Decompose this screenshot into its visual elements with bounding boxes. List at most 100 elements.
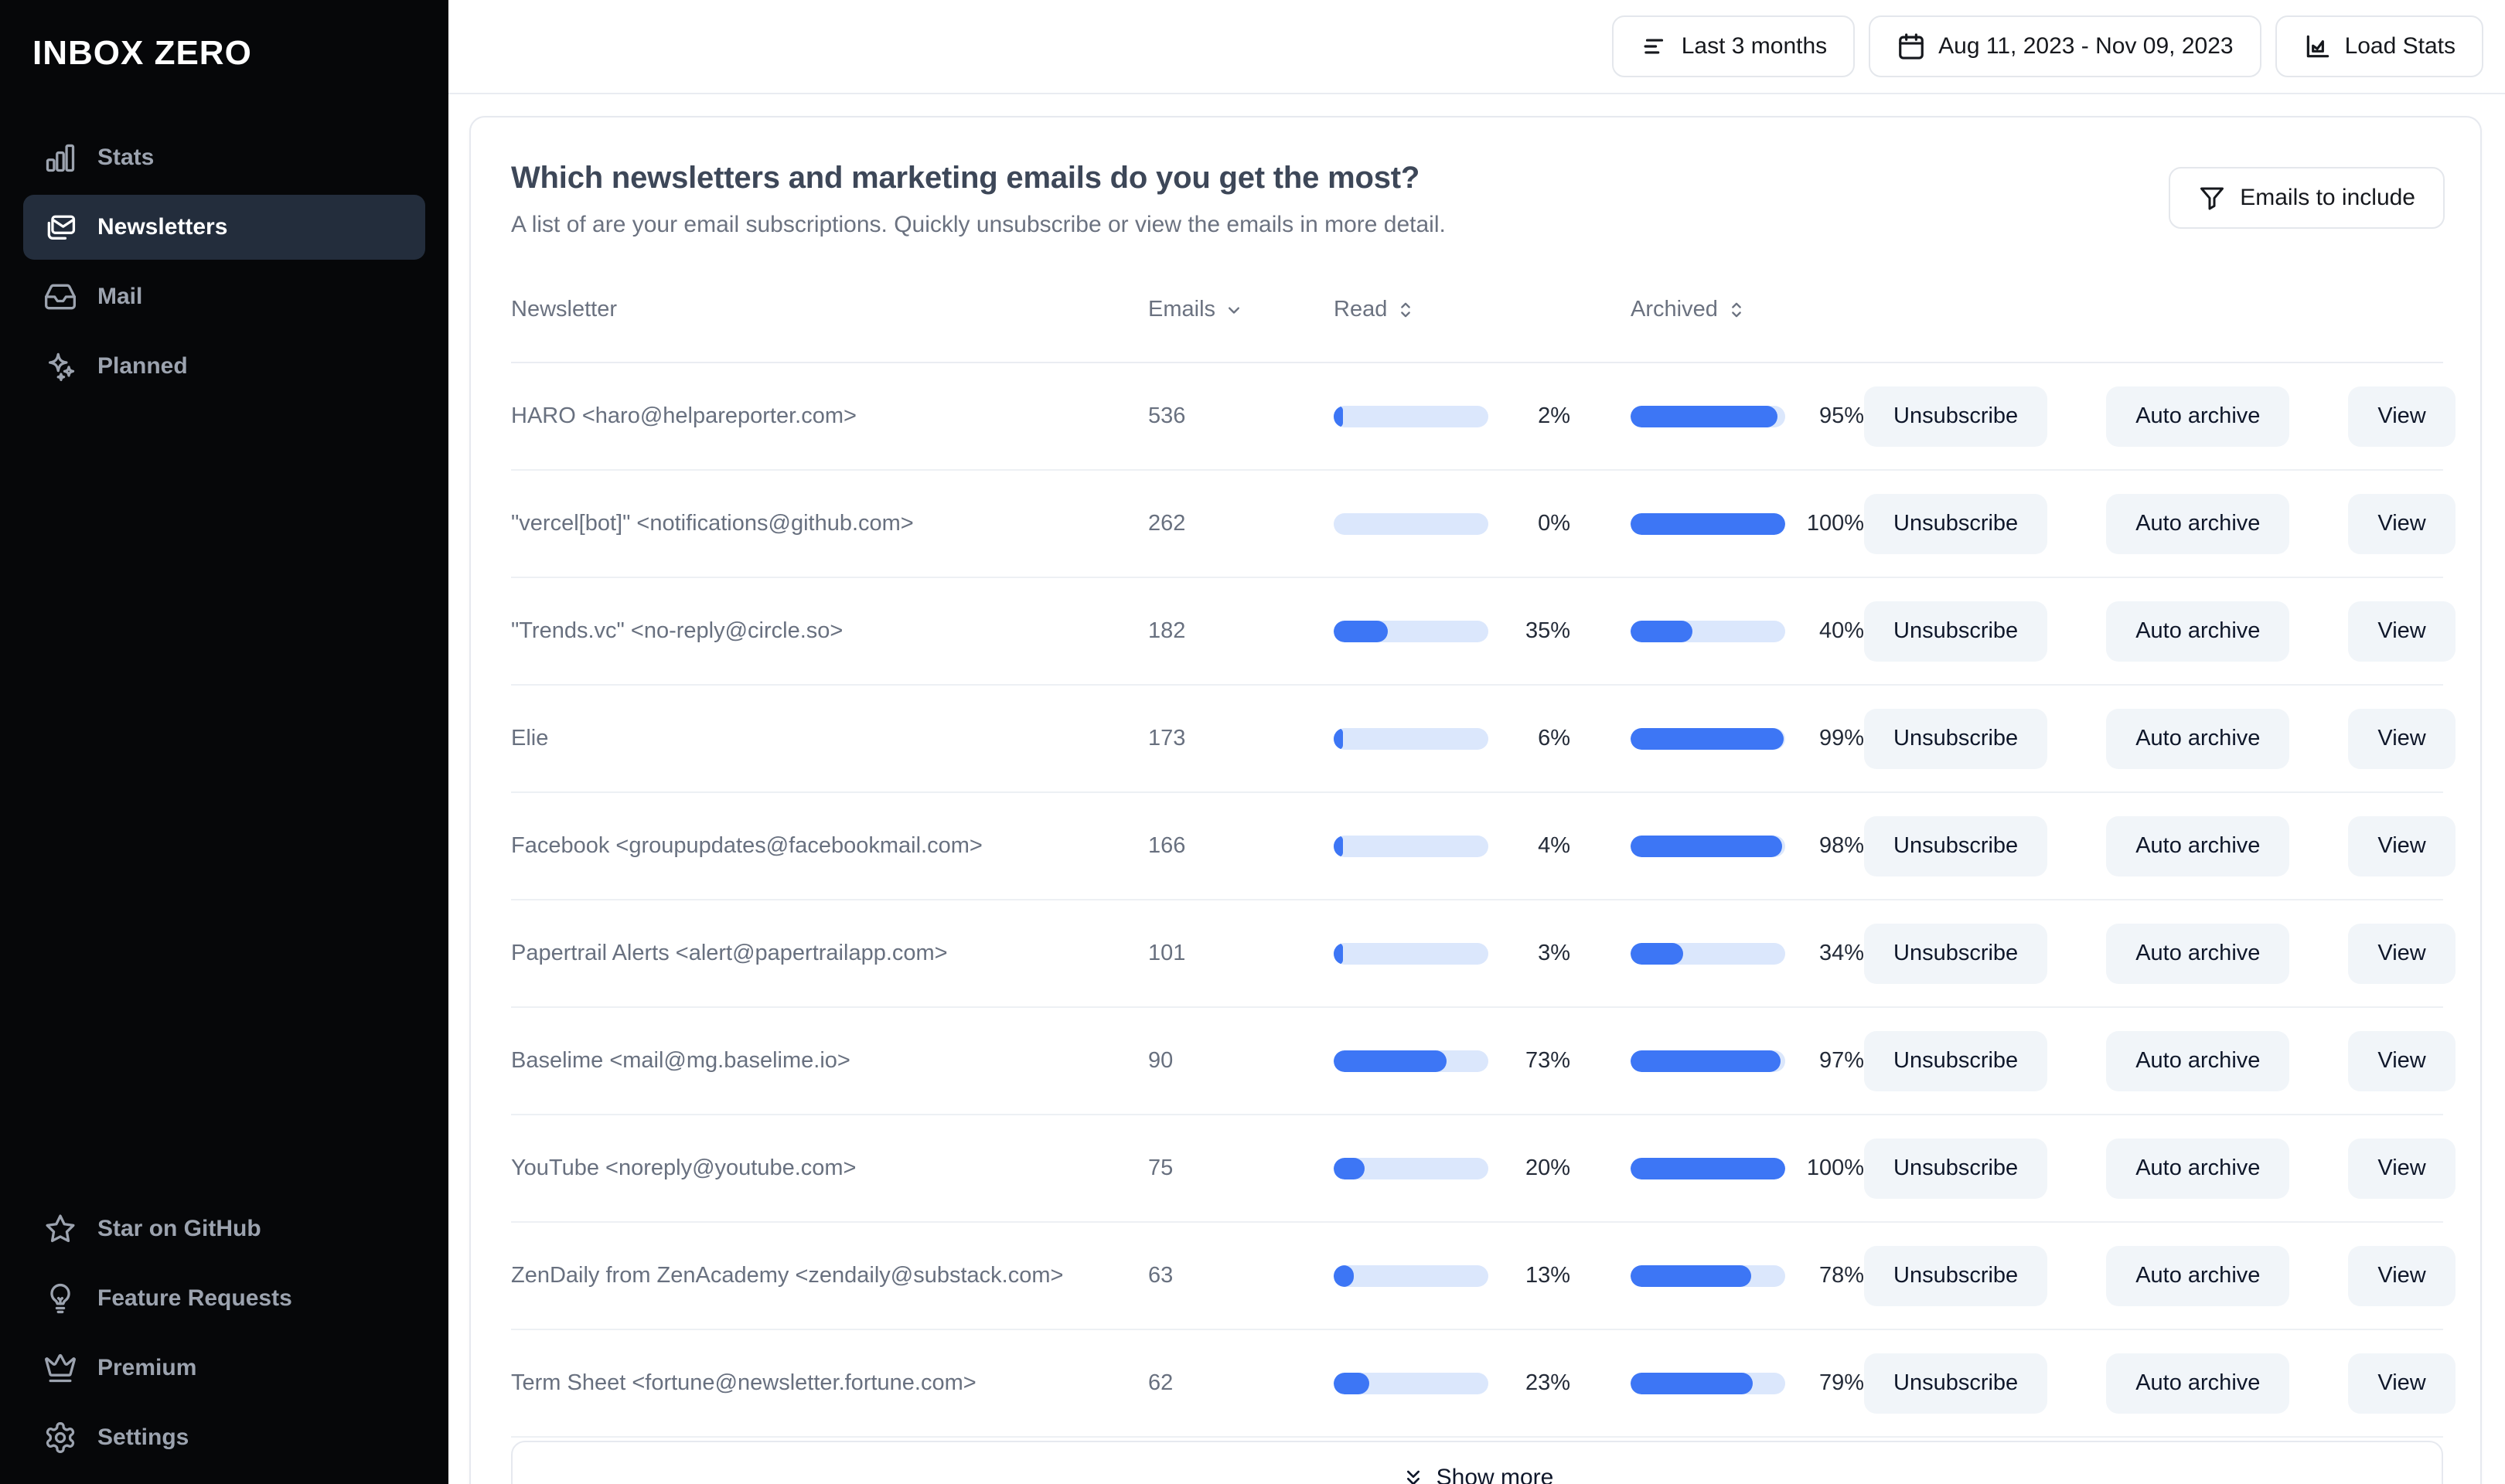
view-button[interactable]: View	[2348, 1030, 2456, 1091]
archived-cell: 100%	[1631, 1156, 1864, 1181]
unsubscribe-button[interactable]: Unsubscribe	[1864, 1245, 2048, 1306]
auto-archive-button[interactable]: Auto archive	[2106, 1245, 2290, 1306]
unsubscribe-button[interactable]: Unsubscribe	[1864, 601, 2048, 662]
calendar-icon	[1897, 32, 1926, 61]
view-button[interactable]: View	[2348, 493, 2456, 554]
view-button[interactable]: View	[2348, 708, 2456, 769]
column-header-read[interactable]: Read	[1334, 297, 1570, 322]
read-percent: 0%	[1538, 511, 1570, 536]
emails-count: 182	[1148, 618, 1186, 643]
date-range-button[interactable]: Aug 11, 2023 - Nov 09, 2023	[1869, 15, 2261, 77]
app-logo: INBOX ZERO	[32, 34, 252, 72]
newsletter-name: Term Sheet <fortune@newsletter.fortune.c…	[511, 1370, 976, 1395]
archived-percent: 34%	[1818, 941, 1864, 965]
auto-archive-button[interactable]: Auto archive	[2106, 1353, 2290, 1414]
archived-percent: 40%	[1818, 618, 1864, 643]
envelope-icon	[43, 210, 77, 244]
auto-archive-button[interactable]: Auto archive	[2106, 708, 2290, 769]
read-progress-bar	[1334, 512, 1488, 535]
archived-cell: 95%	[1631, 403, 1864, 429]
card-title: Which newsletters and marketing emails d…	[511, 161, 1420, 195]
unsubscribe-button[interactable]: Unsubscribe	[1864, 815, 2048, 876]
newsletter-name: "vercel[bot]" <notifications@github.com>	[511, 511, 914, 536]
archived-percent: 99%	[1818, 726, 1864, 751]
sidebar-item-premium[interactable]: Premium	[23, 1336, 425, 1401]
sidebar-item-settings[interactable]: Settings	[23, 1405, 425, 1470]
sidebar-item-stats[interactable]: Stats	[23, 125, 425, 190]
unsubscribe-button[interactable]: Unsubscribe	[1864, 708, 2048, 769]
sidebar-item-label: Settings	[97, 1424, 189, 1450]
archived-cell: 78%	[1631, 1263, 1864, 1288]
archived-percent: 79%	[1818, 1370, 1864, 1395]
emails-count: 166	[1148, 833, 1186, 858]
archived-percent: 95%	[1818, 403, 1864, 428]
sidebar-item-mail[interactable]: Mail	[23, 264, 425, 329]
read-progress-bar	[1334, 1050, 1488, 1072]
auto-archive-button[interactable]: Auto archive	[2106, 386, 2290, 447]
auto-archive-button[interactable]: Auto archive	[2106, 601, 2290, 662]
auto-archive-button[interactable]: Auto archive	[2106, 493, 2290, 554]
table-row: YouTube <noreply@youtube.com> 75 20% 100…	[511, 1115, 2456, 1223]
filter-lines-icon	[1640, 32, 1669, 61]
card-subtitle: A list of are your email subscriptions. …	[511, 212, 1446, 237]
auto-archive-button[interactable]: Auto archive	[2106, 1138, 2290, 1199]
view-button[interactable]: View	[2348, 1353, 2456, 1414]
read-cell: 0%	[1334, 511, 1570, 536]
auto-archive-button[interactable]: Auto archive	[2106, 1030, 2290, 1091]
newsletters-card: Which newsletters and marketing emails d…	[469, 116, 2482, 1484]
funnel-icon	[2198, 184, 2226, 212]
sidebar-nav: Stats Newsletters Mail Planned	[23, 125, 425, 399]
emails-count: 536	[1148, 403, 1186, 428]
read-progress-bar	[1334, 405, 1488, 427]
unsubscribe-button[interactable]: Unsubscribe	[1864, 493, 2048, 554]
read-progress-bar	[1334, 942, 1488, 965]
row-actions: Unsubscribe Auto archive View	[1864, 601, 2456, 662]
archived-progress-bar	[1631, 405, 1785, 427]
read-percent: 4%	[1538, 833, 1570, 858]
read-percent: 20%	[1525, 1156, 1570, 1180]
newsletter-name: ZenDaily from ZenAcademy <zendaily@subst…	[511, 1263, 1064, 1288]
read-cell: 13%	[1334, 1263, 1570, 1288]
unsubscribe-button[interactable]: Unsubscribe	[1864, 1030, 2048, 1091]
archived-cell: 40%	[1631, 618, 1864, 644]
archived-cell: 79%	[1631, 1370, 1864, 1396]
archived-progress-bar	[1631, 1157, 1785, 1179]
view-button[interactable]: View	[2348, 1245, 2456, 1306]
auto-archive-button[interactable]: Auto archive	[2106, 815, 2290, 876]
read-progress-bar	[1334, 1157, 1488, 1179]
view-button[interactable]: View	[2348, 1138, 2456, 1199]
column-header-archived[interactable]: Archived	[1631, 297, 1864, 322]
show-more-button[interactable]: Show more	[511, 1441, 2443, 1484]
auto-archive-button[interactable]: Auto archive	[2106, 923, 2290, 984]
newsletter-name: Elie	[511, 726, 549, 751]
sidebar-item-newsletters[interactable]: Newsletters	[23, 195, 425, 260]
view-button[interactable]: View	[2348, 601, 2456, 662]
newsletter-name: YouTube <noreply@youtube.com>	[511, 1156, 857, 1180]
table-header: Newsletter Emails Read Archived	[511, 240, 2443, 363]
table-row: HARO <haro@helpareporter.com> 536 2% 95%…	[511, 363, 2456, 471]
view-button[interactable]: View	[2348, 386, 2456, 447]
row-actions: Unsubscribe Auto archive View	[1864, 1030, 2456, 1091]
sidebar-item-planned[interactable]: Planned	[23, 334, 425, 399]
view-button[interactable]: View	[2348, 923, 2456, 984]
read-percent: 73%	[1525, 1048, 1570, 1073]
read-cell: 2%	[1334, 403, 1570, 429]
topbar: Last 3 months Aug 11, 2023 - Nov 09, 202…	[448, 0, 2505, 94]
read-cell: 4%	[1334, 833, 1570, 859]
read-cell: 3%	[1334, 941, 1570, 966]
unsubscribe-button[interactable]: Unsubscribe	[1864, 386, 2048, 447]
sidebar-item-feature-requests[interactable]: Feature Requests	[23, 1266, 425, 1331]
column-header-emails[interactable]: Emails	[1148, 297, 1334, 322]
view-button[interactable]: View	[2348, 815, 2456, 876]
load-stats-button[interactable]: Load Stats	[2275, 15, 2483, 77]
sidebar-item-star-on-github[interactable]: Star on GitHub	[23, 1196, 425, 1261]
emails-to-include-button[interactable]: Emails to include	[2169, 167, 2445, 229]
period-select-button[interactable]: Last 3 months	[1611, 15, 1856, 77]
unsubscribe-button[interactable]: Unsubscribe	[1864, 1138, 2048, 1199]
archived-cell: 97%	[1631, 1048, 1864, 1074]
unsubscribe-button[interactable]: Unsubscribe	[1864, 923, 2048, 984]
row-actions: Unsubscribe Auto archive View	[1864, 923, 2456, 984]
unsubscribe-button[interactable]: Unsubscribe	[1864, 1353, 2048, 1414]
emails-count: 173	[1148, 726, 1186, 751]
newsletter-name: Baselime <mail@mg.baselime.io>	[511, 1048, 850, 1073]
